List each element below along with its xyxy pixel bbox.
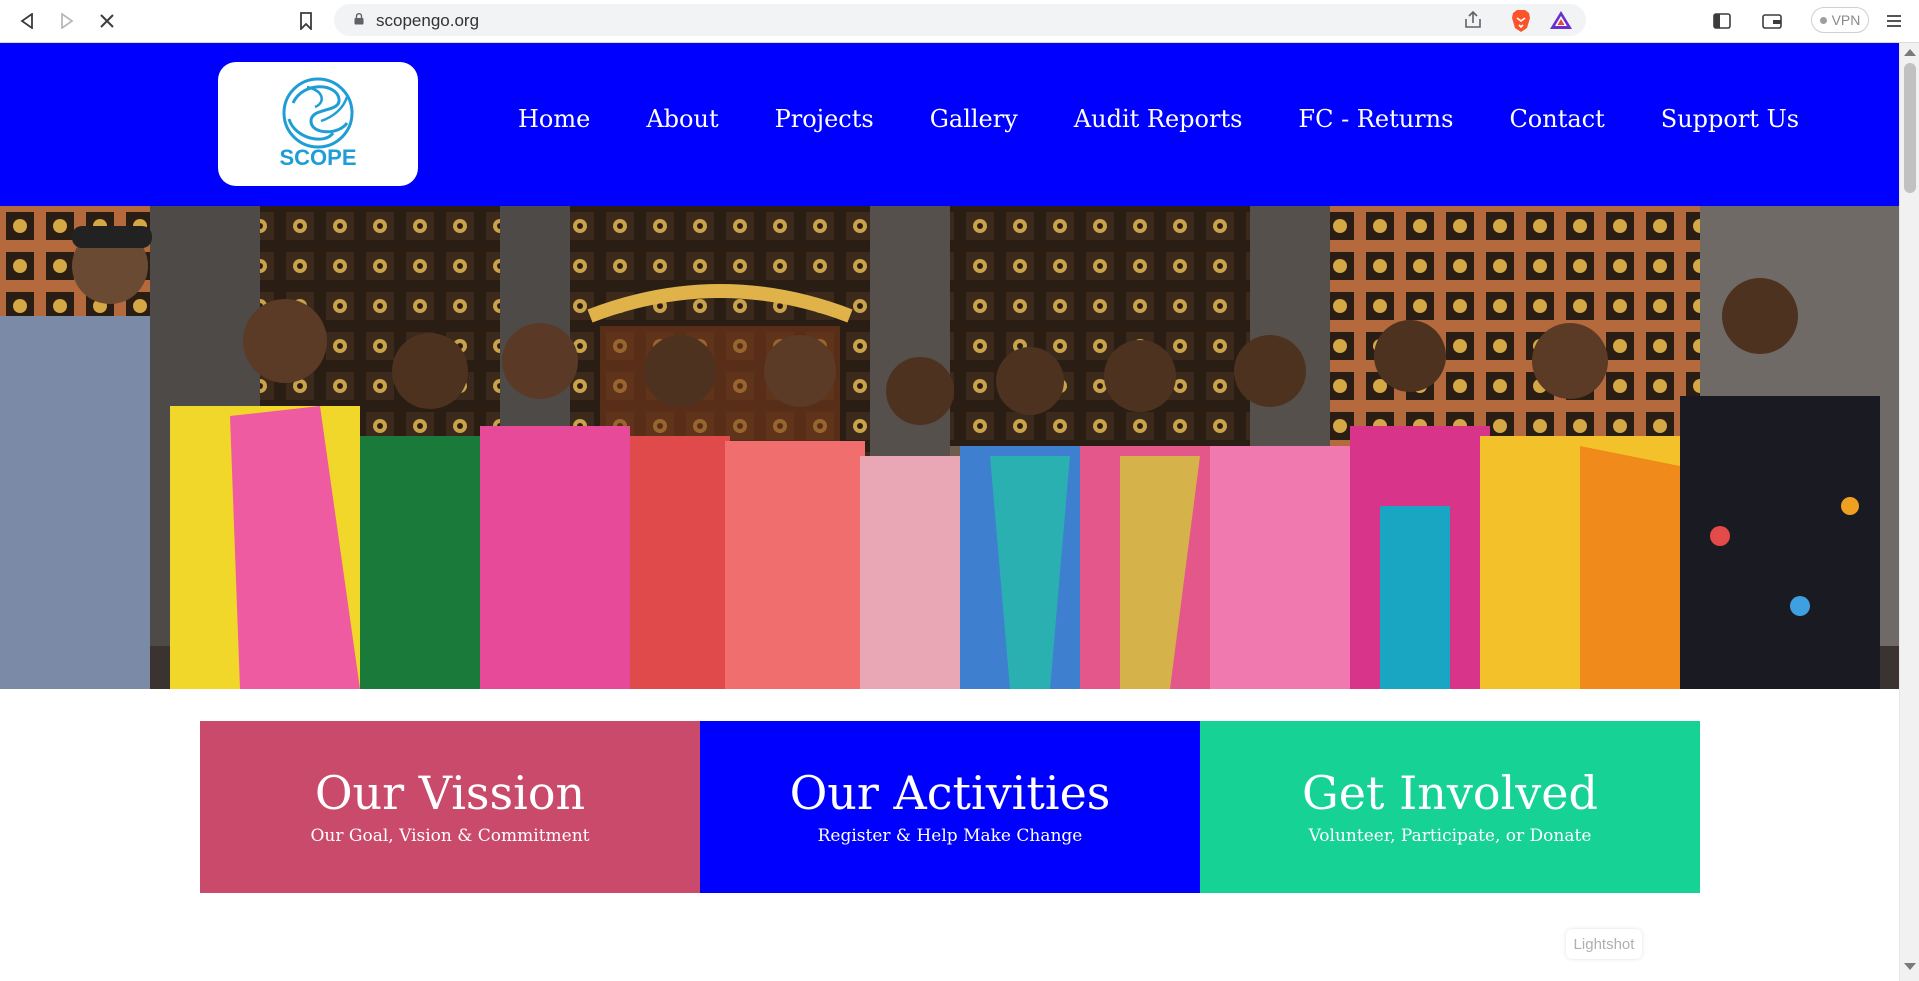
nav-support-us[interactable]: Support Us xyxy=(1661,105,1799,133)
feature-subtitle: Register & Help Make Change xyxy=(817,826,1083,847)
feature-subtitle: Volunteer, Participate, or Donate xyxy=(1308,826,1592,847)
nav-projects[interactable]: Projects xyxy=(775,105,874,133)
main-navigation: Home About Projects Gallery Audit Report… xyxy=(518,105,1799,133)
feature-boxes: Our Vission Our Goal, Vision & Commitmen… xyxy=(200,721,1700,893)
page-scrollbar[interactable] xyxy=(1899,43,1919,981)
hero-image xyxy=(0,206,1899,689)
brave-lion-icon[interactable] xyxy=(1510,9,1532,37)
forward-icon[interactable] xyxy=(54,8,80,34)
nav-audit-reports[interactable]: Audit Reports xyxy=(1074,105,1243,133)
scroll-up-arrow-icon[interactable] xyxy=(1904,49,1916,56)
feature-our-vision[interactable]: Our Vission Our Goal, Vision & Commitmen… xyxy=(200,721,700,893)
bookmark-icon[interactable] xyxy=(293,8,319,34)
nav-about[interactable]: About xyxy=(646,105,718,133)
logo-wordmark: SCOPE xyxy=(279,145,357,170)
feature-our-activities[interactable]: Our Activities Register & Help Make Chan… xyxy=(700,721,1200,893)
feature-title: Our Activities xyxy=(789,765,1111,820)
browser-toolbar: scopengo.org VPN xyxy=(0,0,1919,43)
feature-get-involved[interactable]: Get Involved Volunteer, Participate, or … xyxy=(1200,721,1700,893)
nav-fc-returns[interactable]: FC - Returns xyxy=(1298,105,1453,133)
scroll-thumb[interactable] xyxy=(1904,63,1916,193)
nav-gallery[interactable]: Gallery xyxy=(930,105,1018,133)
menu-icon[interactable] xyxy=(1884,8,1904,34)
nav-home[interactable]: Home xyxy=(518,105,590,133)
wallet-icon[interactable] xyxy=(1759,8,1785,34)
back-icon[interactable] xyxy=(14,8,40,34)
site-header: SCOPE Home About Projects Gallery Audit … xyxy=(0,43,1899,206)
scroll-down-arrow-icon[interactable] xyxy=(1904,963,1916,970)
sidebar-icon[interactable] xyxy=(1709,8,1735,34)
vpn-status-dot xyxy=(1819,16,1827,24)
scope-logo-icon xyxy=(282,77,354,149)
feature-title: Our Vission xyxy=(314,765,586,820)
address-bar[interactable]: scopengo.org xyxy=(334,4,1586,36)
rewards-triangle-icon[interactable] xyxy=(1549,10,1573,34)
group-photo xyxy=(0,206,1899,689)
vpn-button[interactable]: VPN xyxy=(1811,7,1869,33)
nav-contact[interactable]: Contact xyxy=(1509,105,1604,133)
feature-subtitle: Our Goal, Vision & Commitment xyxy=(310,826,590,847)
stop-icon[interactable] xyxy=(94,8,120,34)
site-logo[interactable]: SCOPE xyxy=(218,62,418,186)
share-icon[interactable] xyxy=(1464,10,1484,33)
vpn-label: VPN xyxy=(1831,12,1861,28)
lightshot-button[interactable]: Lightshot xyxy=(1566,929,1642,959)
url-text: scopengo.org xyxy=(376,11,480,30)
lock-icon xyxy=(354,13,364,25)
feature-title: Get Involved xyxy=(1302,765,1598,820)
